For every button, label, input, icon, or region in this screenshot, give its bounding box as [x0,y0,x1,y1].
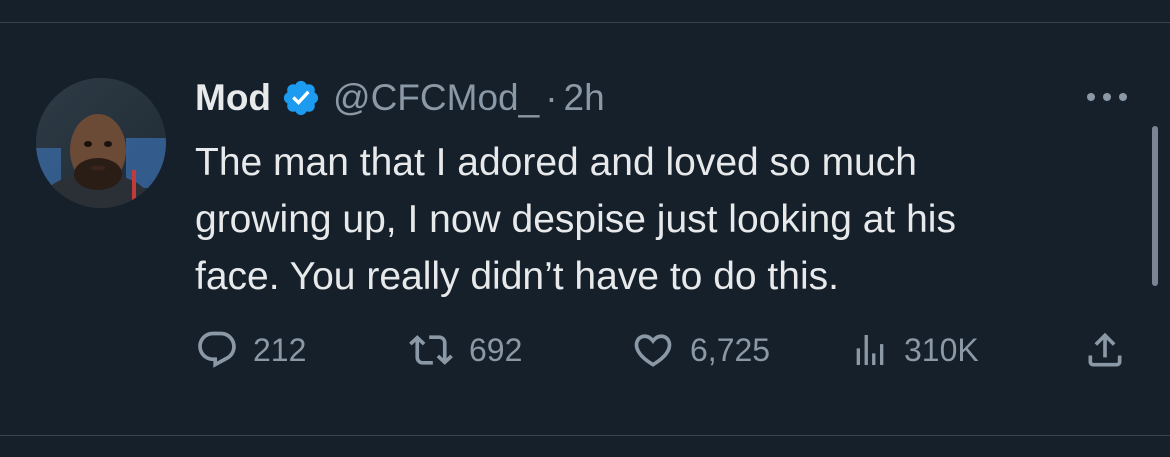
share-button[interactable] [1083,325,1127,375]
repost-count: 692 [469,331,523,368]
separator-dot: · [545,77,558,118]
share-icon [1088,332,1122,367]
repost-button[interactable]: 692 [407,325,522,375]
reply-button[interactable]: 212 [195,325,306,375]
action-bar: 212 692 6,725 310K [195,325,1135,375]
heart-icon [634,334,672,367]
views-button[interactable]: 310K [850,325,979,375]
top-divider [0,22,1170,23]
tweet-text-line: face. You really didn’t have to do this. [195,255,839,298]
timestamp[interactable]: 2h [564,77,605,119]
tweet-text-line: The man that I adored and loved so much [195,141,917,184]
tweet-header: Mod @CFCMod_ · 2h [195,70,605,126]
like-button[interactable]: 6,725 [630,325,770,375]
views-icon [856,335,884,365]
scrollbar[interactable] [1152,126,1158,286]
avatar[interactable] [36,78,166,208]
tweet-text-line: growing up, I now despise just looking a… [195,198,956,241]
repost-icon [409,335,453,365]
tweet-view: Mod @CFCMod_ · 2h The man that I adored … [0,0,1170,457]
handle[interactable]: @CFCMod_ [333,77,539,119]
verified-badge-icon[interactable] [281,78,321,118]
display-name[interactable]: Mod [195,77,271,119]
more-horizontal-icon [1087,93,1127,101]
tweet-text: The man that I adored and loved so much … [195,134,1125,305]
like-count: 6,725 [690,331,771,368]
reply-count: 212 [253,331,307,368]
bottom-divider [0,435,1170,436]
reply-icon [198,331,236,368]
views-count: 310K [904,331,979,368]
avatar-image [36,78,166,208]
more-options-button[interactable] [1082,82,1132,112]
